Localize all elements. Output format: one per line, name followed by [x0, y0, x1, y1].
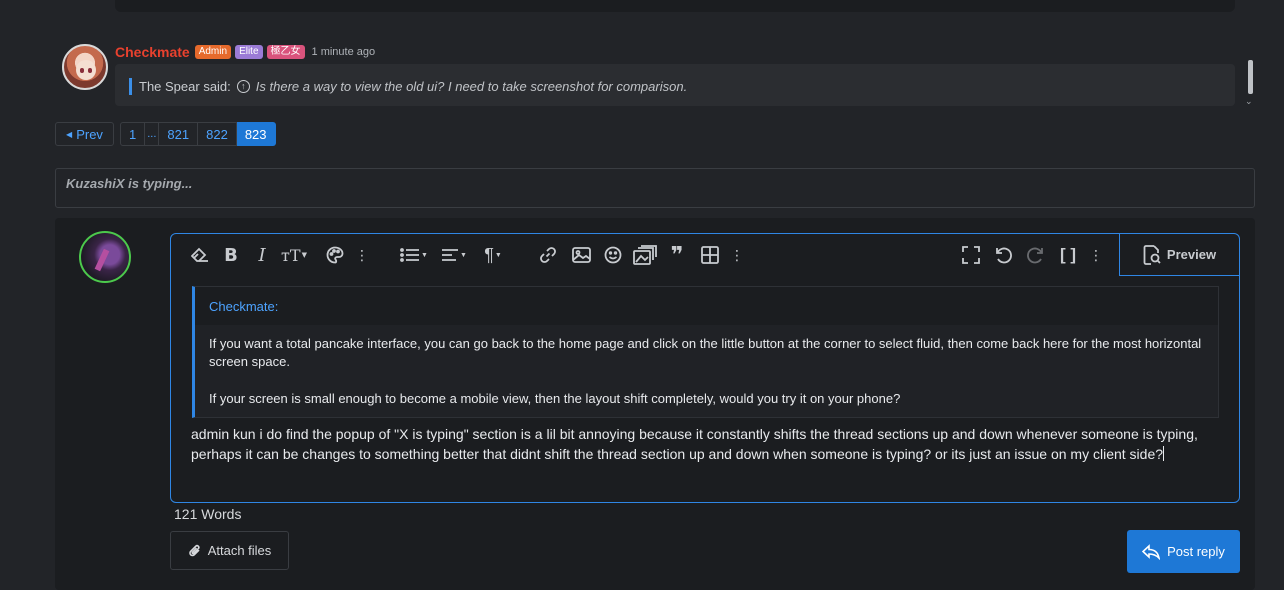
paragraph-icon[interactable]: ¶ ▼ — [477, 244, 509, 266]
fullscreen-icon[interactable] — [960, 244, 982, 266]
eraser-icon[interactable] — [189, 244, 211, 266]
quote-author: The Spear said: — [139, 79, 231, 94]
link-icon[interactable] — [537, 244, 559, 266]
editor-quote-block[interactable]: Checkmate: If you want a total pancake i… — [192, 286, 1219, 418]
page-current[interactable]: 823 — [236, 122, 276, 146]
page-821-button[interactable]: 821 — [159, 122, 199, 146]
arrow-up-icon[interactable]: ↑ — [236, 80, 250, 93]
quote-paragraph: If you want a total pancake interface, y… — [209, 336, 1202, 369]
emoji-icon[interactable] — [602, 244, 624, 266]
text-size-icon[interactable]: тT ▼ — [277, 244, 311, 266]
bbcode-icon[interactable]: [ ] — [1057, 244, 1079, 266]
username[interactable]: Checkmate — [115, 44, 190, 60]
editor-text: admin kun i do find the popup of "X is t… — [191, 426, 1198, 462]
caret-left-icon: ◀ — [66, 129, 73, 139]
italic-icon[interactable]: I — [253, 244, 271, 266]
post: Checkmate Admin Elite 極乙女 1 minute ago T… — [62, 42, 1262, 112]
paperclip-icon — [188, 544, 200, 556]
quick-reply: B I тT ▼ ⋮ ▼ ▼ ¶ ▼ ❞ ⋮ [] ⋮ Preview Che… — [55, 218, 1255, 590]
pagination: ◀ Prev 1 ... 821 822 823 — [55, 122, 276, 146]
typing-indicator-box: KuzashiX is typing... — [55, 168, 1255, 208]
user-avatar[interactable] — [79, 231, 131, 283]
quote-text: Is there a way to view the old ui? I nee… — [255, 79, 688, 94]
prev-label: Prev — [76, 126, 103, 142]
quote-bar — [129, 78, 132, 95]
post-time[interactable]: 1 minute ago — [312, 46, 376, 58]
elite-badge: Elite — [235, 45, 263, 59]
post-header: Checkmate Admin Elite 極乙女 1 minute ago — [115, 44, 375, 60]
attach-files-button[interactable]: Attach files — [170, 531, 289, 570]
table-icon[interactable] — [699, 244, 721, 266]
undo-icon[interactable] — [992, 244, 1014, 266]
more-vertical-icon[interactable]: ⋮ — [730, 244, 744, 266]
preview-label: Preview — [1166, 247, 1217, 262]
post-reply-button[interactable]: Post reply — [1127, 530, 1240, 573]
media-gallery-icon[interactable] — [632, 244, 658, 266]
post-quote: The Spear said: ↑ Is there a way to view… — [115, 64, 1235, 106]
post-reply-label: Post reply — [1167, 544, 1225, 559]
bold-icon[interactable]: B — [221, 244, 241, 266]
quote-icon[interactable]: ❞ — [665, 242, 689, 267]
prev-page-button[interactable]: ◀ Prev — [55, 122, 114, 146]
palette-icon[interactable] — [325, 244, 345, 266]
rich-text-editor[interactable]: B I тT ▼ ⋮ ▼ ▼ ¶ ▼ ❞ ⋮ [] ⋮ Preview Che… — [170, 233, 1240, 503]
reply-icon — [1142, 543, 1161, 560]
quote-block-author[interactable]: Checkmate: — [209, 299, 278, 314]
typing-indicator: KuzashiX is typing... — [66, 176, 193, 191]
more-vertical-icon[interactable]: ⋮ — [1089, 244, 1103, 266]
page-822-button[interactable]: 822 — [198, 122, 237, 146]
title-badge: 極乙女 — [266, 45, 305, 59]
document-search-icon — [1143, 244, 1161, 265]
preview-button[interactable]: Preview — [1119, 234, 1239, 276]
chevron-down-icon[interactable]: ⌄ — [1245, 96, 1253, 107]
page-1-button[interactable]: 1 — [120, 122, 146, 146]
avatar[interactable] — [62, 44, 108, 90]
redo-icon[interactable] — [1025, 244, 1047, 266]
align-icon[interactable]: ▼ — [437, 244, 471, 266]
image-icon[interactable] — [570, 244, 592, 266]
page-jump-button[interactable]: ... — [145, 122, 160, 146]
previous-post-bottom — [115, 0, 1235, 12]
word-count: 121 Words — [174, 506, 242, 522]
admin-badge: Admin — [194, 45, 232, 59]
list-icon[interactable]: ▼ — [397, 244, 431, 266]
editor-toolbar: B I тT ▼ ⋮ ▼ ▼ ¶ ▼ ❞ ⋮ [] ⋮ Preview — [171, 234, 1239, 278]
more-vertical-icon[interactable]: ⋮ — [355, 244, 369, 266]
editor-body-text[interactable]: admin kun i do find the popup of "X is t… — [191, 425, 1226, 464]
attach-files-label: Attach files — [207, 543, 272, 558]
text-cursor — [1163, 445, 1165, 461]
scrollbar-thumb[interactable] — [1248, 60, 1253, 94]
quote-paragraph: If your screen is small enough to become… — [209, 391, 901, 406]
